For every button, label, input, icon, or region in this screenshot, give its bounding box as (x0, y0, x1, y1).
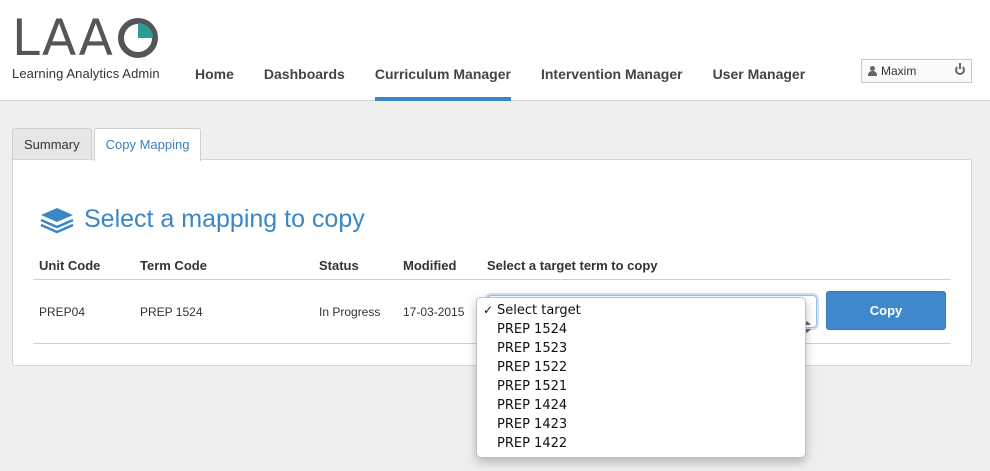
app-header: LAA Learning Analytics Admin Home Dashbo… (0, 0, 990, 101)
dropdown-option[interactable]: PREP 1424 (477, 396, 805, 415)
cell-term-code: PREP 1524 (140, 305, 203, 319)
cell-status: In Progress (319, 305, 381, 319)
nav-dashboards[interactable]: Dashboards (264, 56, 345, 101)
logo-circle-icon (117, 18, 158, 58)
power-icon[interactable] (955, 63, 965, 75)
nav-curriculum-manager[interactable]: Curriculum Manager (374, 56, 512, 101)
user-menu[interactable]: Maxim (861, 59, 972, 83)
nav-intervention-manager[interactable]: Intervention Manager (541, 56, 683, 101)
table-header: Unit Code Term Code Status Modified Sele… (33, 256, 951, 280)
nav-user-manager[interactable]: User Manager (713, 56, 806, 101)
page-title: Select a mapping to copy (84, 205, 365, 233)
dropdown-option[interactable]: PREP 1523 (477, 339, 805, 358)
header-status: Status (319, 258, 359, 273)
layers-icon (39, 206, 75, 234)
cell-modified: 17-03-2015 (403, 305, 465, 319)
tab-summary[interactable]: Summary (12, 128, 92, 160)
target-term-dropdown: ✓ Select target PREP 1524 PREP 1523 PREP … (476, 297, 806, 458)
dropdown-option[interactable]: PREP 1423 (477, 415, 805, 434)
tab-bar: Summary Copy Mapping (12, 128, 203, 161)
dropdown-option[interactable]: ✓ Select target (477, 301, 805, 320)
nav-home[interactable]: Home (195, 56, 234, 101)
header-target-term: Select a target term to copy (487, 258, 658, 273)
header-term-code: Term Code (140, 258, 207, 273)
dropdown-option[interactable]: PREP 1422 (477, 434, 805, 453)
logo-text: LAA (12, 9, 114, 67)
tab-copy-mapping[interactable]: Copy Mapping (93, 128, 202, 161)
cell-unit-code: PREP04 (39, 305, 86, 319)
main-nav: Home Dashboards Curriculum Manager Inter… (195, 56, 835, 101)
dropdown-option[interactable]: PREP 1524 (477, 320, 805, 339)
header-modified: Modified (403, 258, 457, 273)
app-subtitle: Learning Analytics Admin (12, 66, 160, 81)
copy-button[interactable]: Copy (826, 291, 946, 330)
user-icon (868, 66, 877, 76)
user-name: Maxim (881, 64, 917, 78)
dropdown-option[interactable]: PREP 1521 (477, 377, 805, 396)
check-icon: ✓ (483, 303, 494, 317)
header-unit-code: Unit Code (39, 258, 101, 273)
logo[interactable]: LAA Learning Analytics Admin (12, 9, 160, 81)
panel-header: Select a mapping to copy (39, 205, 365, 234)
dropdown-option[interactable]: PREP 1522 (477, 358, 805, 377)
